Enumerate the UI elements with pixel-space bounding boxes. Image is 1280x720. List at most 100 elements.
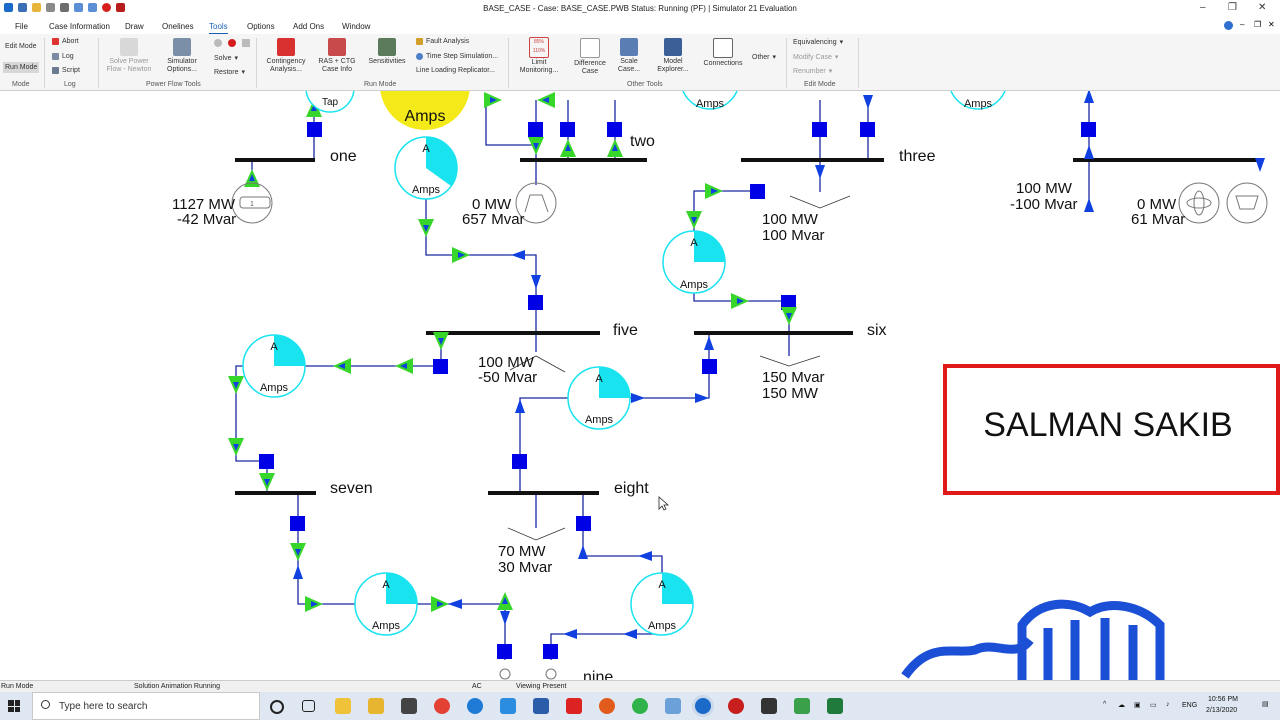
notifications-icon[interactable]: ▤ [1262,700,1269,708]
tab-case-information[interactable]: Case Information [49,22,110,31]
bus-one[interactable] [235,158,315,162]
volume-icon[interactable]: ♪ [1166,701,1170,708]
tab-draw[interactable]: Draw [125,22,144,31]
bus-nine-node[interactable] [499,668,511,680]
tab-file[interactable]: File [15,22,28,31]
bus-eight[interactable] [488,491,599,495]
renumber-dropdown[interactable]: Renumber ▾ [793,67,832,76]
help-icon[interactable] [1224,21,1233,30]
edge-icon[interactable] [467,698,483,714]
notes-icon[interactable] [665,698,681,714]
ammeter[interactable]: A Amps [630,572,694,636]
ammeter[interactable]: A Amps [567,366,631,430]
bus-two[interactable] [520,158,647,162]
bus-four[interactable] [1073,158,1263,162]
edit-mode-button[interactable]: Edit Mode [5,43,37,50]
play-icon[interactable] [214,39,222,47]
abort-button[interactable]: Abort [52,38,79,45]
close-button[interactable]: ✕ [1258,2,1266,13]
excel-icon[interactable] [827,698,843,714]
bus-three[interactable] [741,158,884,162]
record-icon[interactable] [228,39,236,47]
ammeter[interactable]: A Amps [394,136,458,200]
tab-onelines[interactable]: Onelines [162,22,194,31]
ammeter[interactable]: Amps [681,91,739,110]
ras-ctg-button[interactable]: RAS + CTG Case Info [314,38,360,74]
recorder-icon[interactable] [728,698,744,714]
run-mode-button[interactable]: Run Mode [3,62,40,73]
start-button[interactable] [8,700,20,712]
clock-time[interactable]: 10:56 PM [1208,696,1238,703]
breaker[interactable] [607,122,622,137]
breaker[interactable] [750,184,765,199]
clock-date[interactable]: 2/13/2020 [1206,707,1237,714]
ammeter[interactable]: A Amps [242,334,306,398]
language-indicator[interactable]: ENG [1182,702,1197,709]
photos-icon[interactable] [761,698,777,714]
mdi-minimize-button[interactable]: – [1240,20,1244,29]
breaker[interactable] [307,122,322,137]
line-loading-button[interactable]: Line Loading Replicator... [416,67,495,74]
load-three-symbol[interactable] [789,195,851,209]
bus-six[interactable] [694,331,853,335]
maximize-button[interactable]: ❐ [1228,2,1237,13]
breaker[interactable] [812,122,827,137]
breaker[interactable] [860,122,875,137]
simulator-options-button[interactable]: Simulator Options... [160,38,204,74]
cortana-icon[interactable] [270,700,284,714]
contingency-analysis-button[interactable]: Contingency Analysis... [262,38,310,74]
log-button[interactable]: Log [52,53,74,60]
bus-seven[interactable] [235,491,316,495]
breaker[interactable] [528,295,543,310]
load-six-symbol[interactable] [759,355,821,367]
breaker[interactable] [528,122,543,137]
minimize-button[interactable]: – [1200,2,1206,13]
solve-power-flow-button[interactable]: Solve Power Flow - Newton [102,38,156,74]
pause-icon[interactable] [242,39,250,47]
scale-case-button[interactable]: Scale Case... [614,38,644,74]
breaker[interactable] [543,644,558,659]
pdf-icon[interactable] [566,698,582,714]
file-explorer-icon[interactable] [335,698,351,714]
snip-icon[interactable] [500,698,516,714]
limit-monitoring-button[interactable]: 85% 110% Limit Monitoring... [514,37,564,75]
map-icon[interactable] [794,698,810,714]
generator-one[interactable]: 1 [231,182,273,224]
tab-window[interactable]: Window [342,22,370,31]
other-dropdown[interactable]: Other ▾ [752,53,776,62]
restore-dropdown[interactable]: Restore ▾ [214,68,245,77]
breaker[interactable] [576,516,591,531]
generator-coal[interactable] [1226,182,1268,224]
chrome-icon[interactable] [434,698,450,714]
equivalencing-dropdown[interactable]: Equivalencing ▾ [793,38,843,47]
breaker[interactable] [497,644,512,659]
bus-nine-node[interactable] [545,668,557,680]
breaker[interactable] [702,359,717,374]
mdi-restore-button[interactable]: ❐ [1254,20,1261,29]
powerworld-icon[interactable] [695,698,711,714]
breaker[interactable] [259,454,274,469]
difference-case-button[interactable]: Difference Case [568,38,612,76]
word-icon[interactable] [533,698,549,714]
script-button[interactable]: Script [52,67,80,74]
ammeter[interactable]: A Amps [662,230,726,294]
solve-dropdown[interactable]: Solve ▾ [214,54,238,63]
taskbar-search[interactable]: Type here to search [32,692,260,720]
breaker[interactable] [433,359,448,374]
connections-button[interactable]: Connections [698,38,748,68]
network-icon[interactable]: ☁ [1118,701,1125,709]
whatsapp-icon[interactable] [632,698,648,714]
media-icon[interactable] [599,698,615,714]
breaker[interactable] [290,516,305,531]
task-view-icon[interactable] [302,700,315,712]
model-explorer-button[interactable]: Model Explorer... [652,38,694,74]
ammeter[interactable]: Amps [949,91,1007,110]
battery-icon[interactable]: ▭ [1150,701,1157,709]
display-icon[interactable]: ▣ [1134,701,1141,709]
sensitivities-button[interactable]: Sensitivities [364,38,410,66]
bus-five[interactable] [426,331,600,335]
breaker[interactable] [1081,122,1096,137]
tab-add-ons[interactable]: Add Ons [293,22,324,31]
tray-chevron-icon[interactable]: ^ [1103,701,1106,708]
folder-icon[interactable] [368,698,384,714]
